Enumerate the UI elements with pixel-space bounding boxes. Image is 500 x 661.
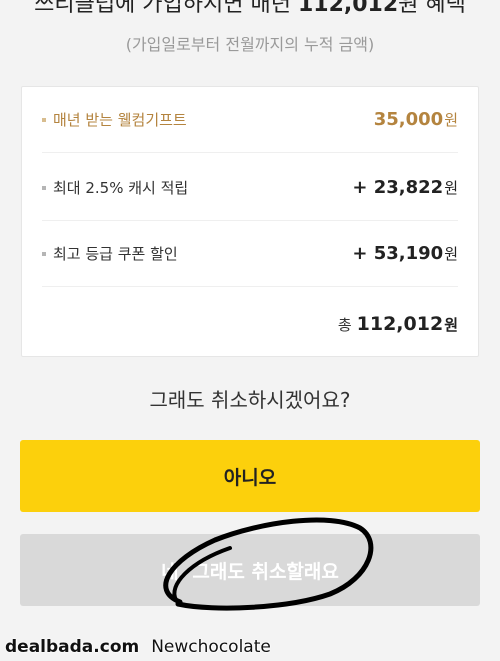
bullet-icon [42, 117, 46, 122]
benefit-total-row: 총 112,012원 [42, 291, 458, 357]
watermark-author: Newchocolate [151, 637, 271, 657]
cancel-membership-page: 쓰리클럽에 가입하시면 매년 112,012원 혜택 (가입일로부터 전월까지의… [0, 0, 500, 661]
page-title: 쓰리클럽에 가입하시면 매년 112,012원 혜택 [0, 0, 500, 18]
confirm-cancel-button[interactable]: 네, 그래도 취소할래요 [20, 534, 480, 606]
benefit-label: 매년 받는 웰컴기프트 [53, 111, 187, 129]
benefit-row-welcome-gift: 매년 받는 웰컴기프트 35,000원 [42, 87, 458, 153]
watermark: dealbada.com Newchocolate [5, 637, 271, 657]
benefit-value: 35,000원 [373, 109, 458, 130]
benefit-value: + 53,190원 [352, 243, 458, 264]
benefit-label: 최고 등급 쿠폰 할인 [53, 245, 178, 263]
total-label: 총 [337, 315, 352, 334]
benefit-value: + 23,822원 [352, 177, 458, 198]
bullet-icon [42, 185, 46, 190]
benefit-summary-card: 매년 받는 웰컴기프트 35,000원 최대 2.5% 캐시 적립 + 23,8… [21, 86, 479, 357]
benefit-label: 최대 2.5% 캐시 적립 [53, 179, 189, 197]
watermark-site: dealbada.com [5, 637, 140, 657]
title-amount: 112,012 [297, 0, 399, 17]
keep-membership-button[interactable]: 아니오 [20, 440, 480, 512]
total-value: 112,012원 [356, 313, 458, 335]
benefit-row-cash: 최대 2.5% 캐시 적립 + 23,822원 [42, 155, 458, 221]
title-prefix: 쓰리클럽에 가입하시면 매년 [34, 0, 291, 17]
accumulation-note: (가입일로부터 전월까지의 누적 금액) [125, 35, 375, 54]
bullet-icon [42, 251, 46, 256]
title-suffix: 원 혜택 [398, 0, 466, 17]
cancel-confirm-question: 그래도 취소하시겠어요? [149, 388, 351, 412]
benefit-row-coupon: 최고 등급 쿠폰 할인 + 53,190원 [42, 221, 458, 287]
